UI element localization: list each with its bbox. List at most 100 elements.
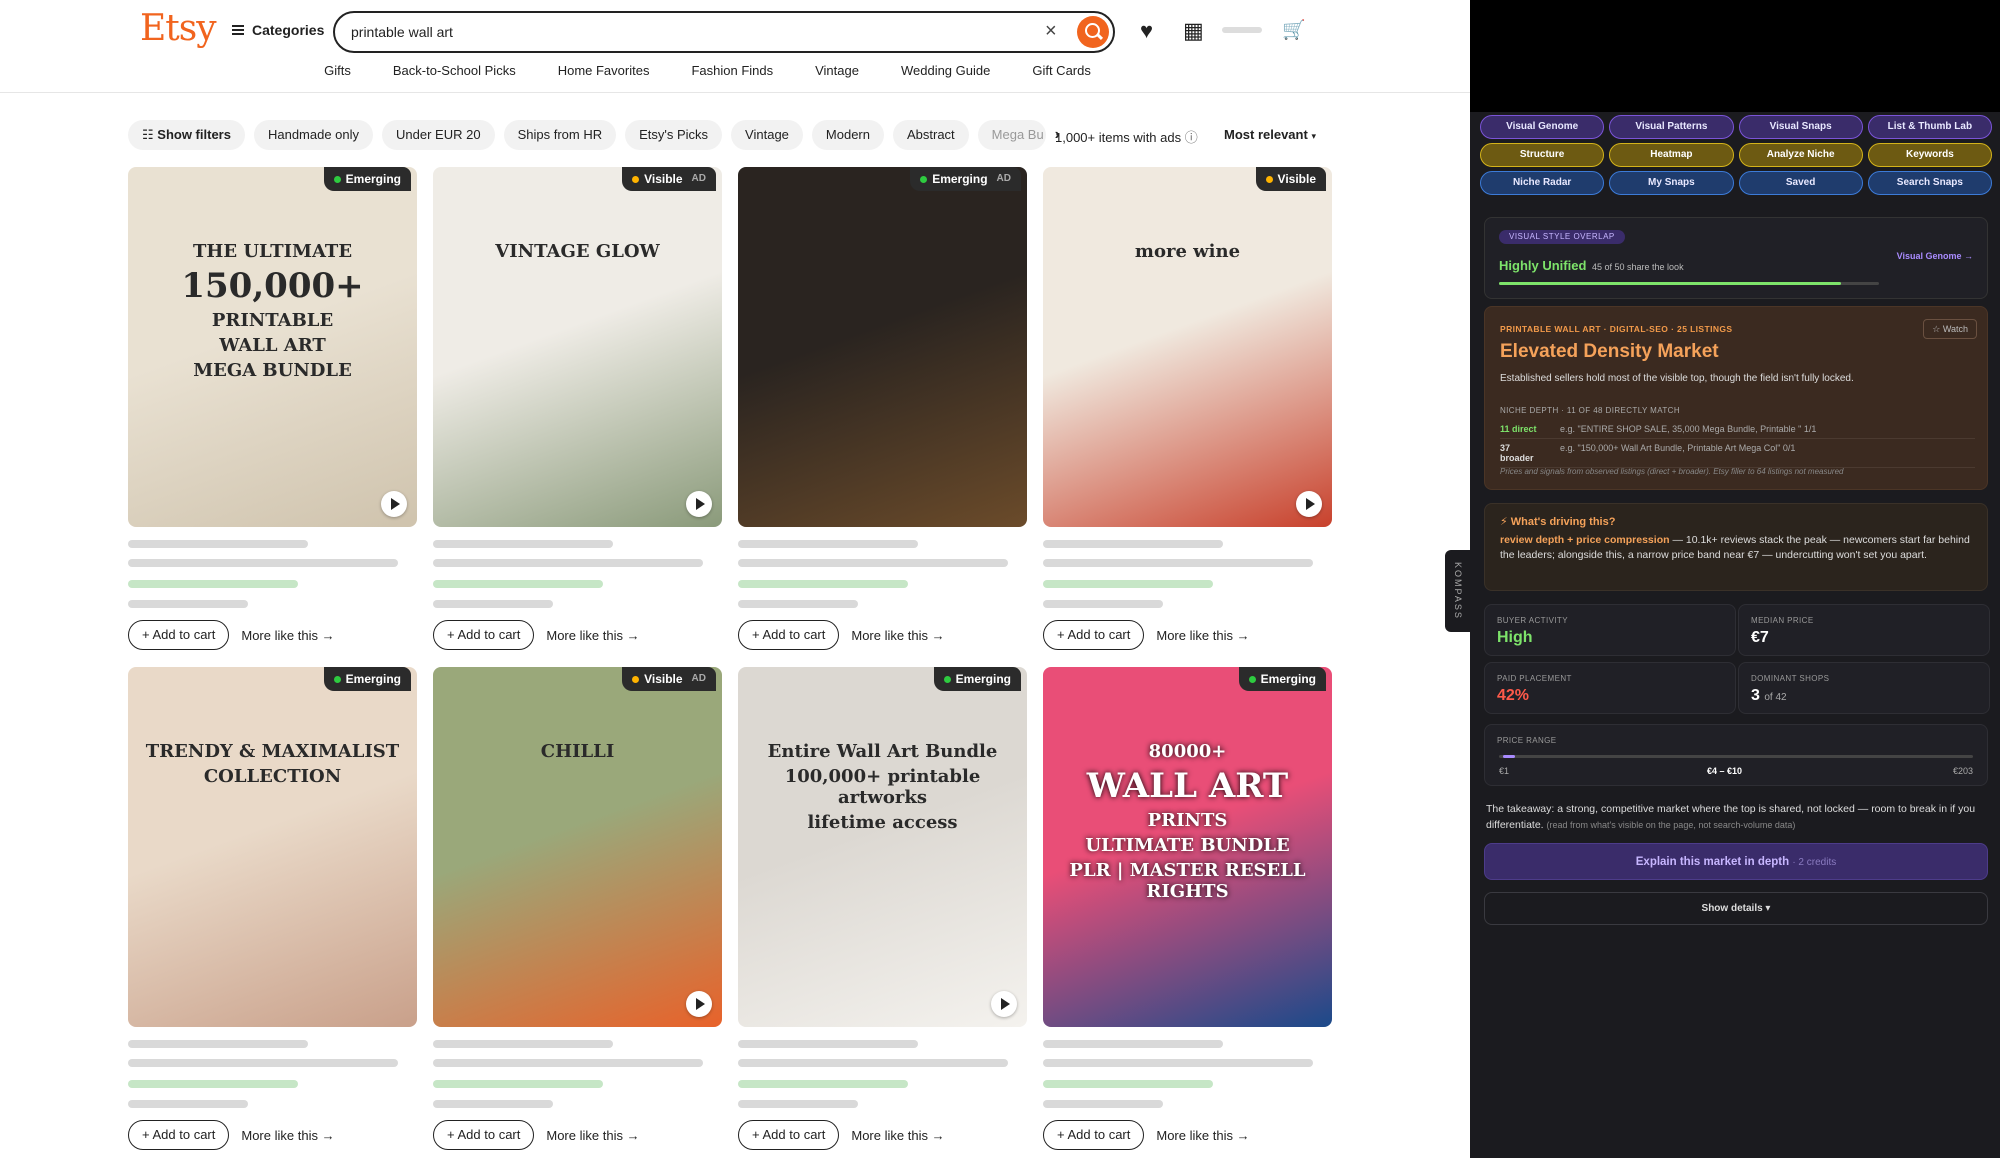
- play-video-icon[interactable]: [686, 991, 712, 1017]
- visibility-badge: Emerging AD: [910, 167, 1021, 191]
- image-text-line: PRINTS: [1147, 810, 1228, 831]
- play-video-icon[interactable]: [686, 491, 712, 517]
- info-icon[interactable]: ⓘ: [1185, 130, 1198, 145]
- favorites-heart-icon[interactable]: ♥: [1140, 18, 1153, 44]
- with-ads-label: with ads: [1133, 130, 1182, 145]
- nav-gifts[interactable]: Gifts: [324, 63, 351, 78]
- tool-tab[interactable]: List & Thumb Lab: [1867, 115, 1992, 139]
- search-input[interactable]: [351, 22, 1041, 42]
- tool-tabs: Visual Genome Visual Patterns Visual Snaps…: [1480, 115, 1992, 195]
- search-button[interactable]: [1077, 16, 1109, 48]
- chip-handmade[interactable]: Handmade only: [253, 120, 374, 150]
- add-to-cart-button[interactable]: + Add to cart: [738, 1120, 840, 1150]
- redacted-listing-text: [433, 540, 613, 548]
- items-count: 1,000+ items: [1055, 130, 1130, 145]
- play-video-icon[interactable]: [1296, 491, 1322, 517]
- more-like-this-link[interactable]: More like this →: [851, 1128, 944, 1143]
- redacted-listing-text: [1043, 540, 1223, 548]
- chip-etsys-picks[interactable]: Etsy's Picks: [625, 120, 723, 150]
- categories-button[interactable]: Categories: [232, 22, 324, 38]
- nav-gift-cards[interactable]: Gift Cards: [1032, 63, 1091, 78]
- more-like-this-link[interactable]: More like this →: [851, 628, 944, 643]
- price-min: €1: [1499, 766, 1510, 776]
- tool-tab[interactable]: Saved: [1738, 171, 1863, 195]
- tool-tab[interactable]: Visual Genome: [1480, 115, 1605, 139]
- sort-dropdown[interactable]: Most relevant ▾: [1224, 127, 1316, 142]
- tool-tab[interactable]: Niche Radar: [1480, 171, 1605, 195]
- chip-ships-from-hr[interactable]: Ships from HR: [503, 120, 617, 150]
- visibility-badge: Emerging: [933, 667, 1021, 691]
- tool-tab[interactable]: Analyze Niche: [1738, 143, 1863, 167]
- status-dot-icon: [1248, 675, 1256, 683]
- listing-image[interactable]: Entire Wall Art Bundle 100,000+ printable…: [738, 667, 1027, 1027]
- add-to-cart-button[interactable]: + Add to cart: [1043, 620, 1145, 650]
- category-nav: Gifts Back-to-School Picks Home Favorite…: [0, 63, 1470, 78]
- tool-tab[interactable]: Heatmap: [1609, 143, 1734, 167]
- image-text-line: more wine: [1134, 241, 1241, 262]
- nav-wedding-guide[interactable]: Wedding Guide: [901, 63, 990, 78]
- chip-modern[interactable]: Modern: [811, 120, 884, 150]
- play-video-icon[interactable]: [381, 491, 407, 517]
- tool-tab[interactable]: My Snaps: [1609, 171, 1734, 195]
- add-to-cart-button[interactable]: + Add to cart: [1043, 1120, 1145, 1150]
- tool-tab[interactable]: Keywords: [1867, 143, 1992, 167]
- more-like-this-link[interactable]: More like this →: [1156, 1128, 1249, 1143]
- show-details-button[interactable]: Show details ▾: [1484, 892, 1988, 925]
- more-like-this-link[interactable]: More like this →: [1156, 628, 1249, 643]
- ad-label: AD: [996, 173, 1011, 184]
- more-like-this-link[interactable]: More like this →: [546, 628, 639, 643]
- clear-search-icon[interactable]: ×: [1045, 20, 1057, 43]
- median-price-value: €7: [1751, 629, 1769, 646]
- account-avatar[interactable]: [1222, 27, 1262, 33]
- tool-tab[interactable]: Visual Patterns: [1609, 115, 1734, 139]
- more-like-this-label: More like this: [851, 627, 928, 643]
- badge-label: Emerging: [1260, 672, 1316, 686]
- kompass-tab[interactable]: KOMPASS: [1445, 550, 1470, 632]
- tool-tab[interactable]: Search Snaps: [1867, 171, 1992, 195]
- play-video-icon[interactable]: [991, 991, 1017, 1017]
- cart-icon[interactable]: 🛒: [1282, 18, 1306, 42]
- listing-actions: + Add to cart More like this →: [738, 1120, 945, 1150]
- plus-icon: +: [142, 627, 153, 642]
- explain-market-button[interactable]: Explain this market in depth · 2 credits: [1484, 843, 1988, 880]
- nav-fashion-finds[interactable]: Fashion Finds: [691, 63, 773, 78]
- filter-bar: ☷ Show filters Handmade only Under EUR 2…: [128, 120, 1060, 150]
- tool-tab[interactable]: Visual Snaps: [1738, 115, 1863, 139]
- add-to-cart-button[interactable]: + Add to cart: [128, 1120, 230, 1150]
- chip-abstract[interactable]: Abstract: [892, 120, 969, 150]
- listing-image[interactable]: more wine Visible: [1043, 167, 1332, 527]
- chip-under-eur-20[interactable]: Under EUR 20: [382, 120, 495, 150]
- more-like-this-link[interactable]: More like this →: [241, 1128, 334, 1143]
- add-to-cart-button[interactable]: + Add to cart: [433, 620, 535, 650]
- nav-vintage[interactable]: Vintage: [815, 63, 859, 78]
- redacted-listing-text: [1043, 580, 1213, 588]
- listing-image[interactable]: VINTAGE GLOW Visible AD: [433, 167, 722, 527]
- listing-image[interactable]: 80000+ WALL ART PRINTS ULTIMATE BUNDLE PLR |…: [1043, 667, 1332, 1027]
- add-to-cart-button[interactable]: + Add to cart: [433, 1120, 535, 1150]
- listing-image[interactable]: Emerging AD: [738, 167, 1027, 527]
- paid-placement-stat: PAID PLACEMENT 42%: [1484, 662, 1736, 714]
- nav-back-to-school[interactable]: Back-to-School Picks: [393, 63, 516, 78]
- watch-button[interactable]: ☆ Watch: [1923, 319, 1977, 339]
- image-text-line: ULTIMATE BUNDLE: [1085, 835, 1290, 856]
- show-filters-button[interactable]: ☷ Show filters: [128, 120, 245, 150]
- add-to-cart-label: Add to cart: [762, 627, 826, 642]
- more-like-this-link[interactable]: More like this →: [546, 1128, 639, 1143]
- listing-image[interactable]: CHILLI Visible AD: [433, 667, 722, 1027]
- etsy-logo[interactable]: Etsy: [140, 8, 217, 49]
- chip-mega-bundle[interactable]: Mega Bu: [977, 120, 1046, 150]
- paid-placement-value: 42%: [1497, 687, 1530, 704]
- visual-genome-link[interactable]: Visual Genome →: [1897, 251, 1973, 261]
- tool-tab[interactable]: Structure: [1480, 143, 1605, 167]
- more-like-this-link[interactable]: More like this →: [241, 628, 334, 643]
- listing-image[interactable]: TRENDY & MAXIMALIST COLLECTION Emerging: [128, 667, 417, 1027]
- arrow-right-icon: →: [1232, 1127, 1250, 1143]
- nav-home-favorites[interactable]: Home Favorites: [558, 63, 650, 78]
- redacted-listing-text: [433, 1059, 703, 1067]
- add-to-cart-button[interactable]: + Add to cart: [738, 620, 840, 650]
- registry-icon[interactable]: ▦: [1183, 18, 1204, 44]
- redacted-listing-text: [738, 559, 1008, 567]
- listing-image[interactable]: THE ULTIMATE 150,000+ PRINTABLE WALL ART MEG…: [128, 167, 417, 527]
- chip-vintage[interactable]: Vintage: [731, 120, 803, 150]
- add-to-cart-button[interactable]: + Add to cart: [128, 620, 230, 650]
